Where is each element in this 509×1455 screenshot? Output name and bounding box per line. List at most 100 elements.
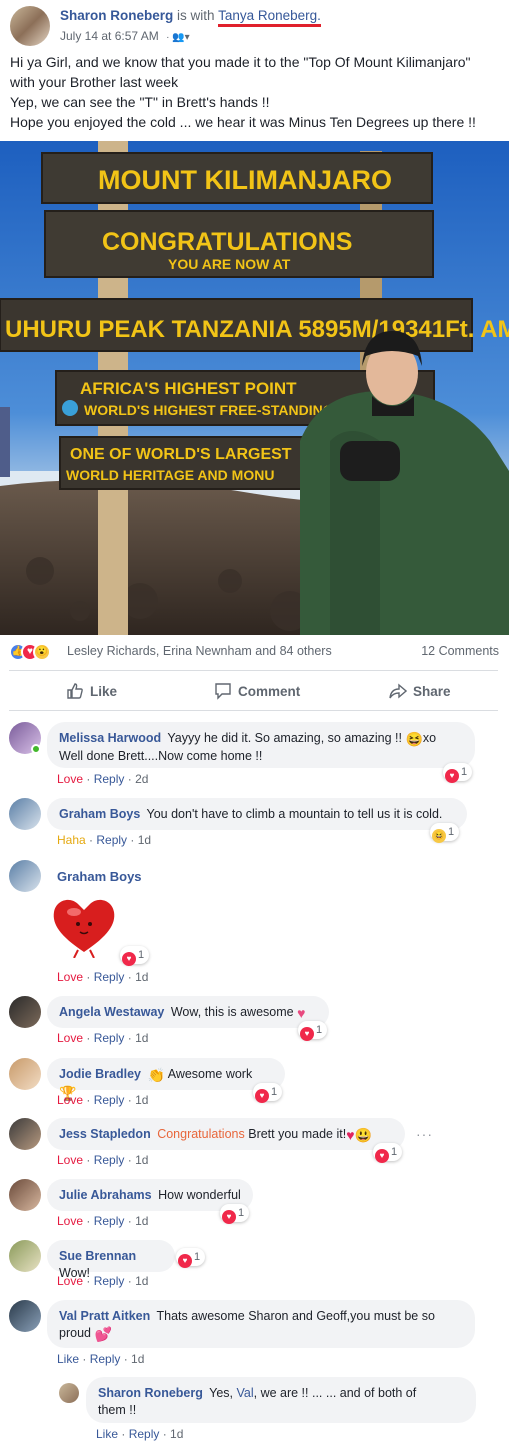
- comment-time[interactable]: 1d: [135, 1214, 148, 1228]
- comment-time[interactable]: 1d: [135, 1031, 148, 1045]
- commenter-avatar[interactable]: [9, 1058, 41, 1090]
- love-reaction-link[interactable]: Love: [57, 1153, 83, 1167]
- comment-reaction-count[interactable]: ♥ 1: [220, 1204, 250, 1224]
- love-reaction-icon: ♥: [375, 1149, 389, 1163]
- replier-name[interactable]: Sharon Roneberg: [98, 1386, 203, 1400]
- reply-link[interactable]: Reply: [94, 1274, 125, 1288]
- reply-text: , we are !! ... ... and of both of: [253, 1386, 417, 1400]
- haha-reaction-link[interactable]: Haha: [57, 833, 86, 847]
- reply-link[interactable]: Reply: [94, 1031, 125, 1045]
- reply-bubble: Sharon Roneberg Yes, Val, we are !! ... …: [86, 1377, 476, 1423]
- reaction-names[interactable]: Lesley Richards, Erina Newnham and 84 ot…: [67, 644, 332, 658]
- commenter-avatar[interactable]: [9, 860, 41, 892]
- comment-reaction-count[interactable]: 😆 1: [430, 823, 460, 843]
- commenter-name[interactable]: Melissa Harwood: [59, 731, 161, 745]
- sign-congratulations: CONGRATULATIONS: [102, 228, 352, 256]
- post-text-line: with your Brother last week: [10, 74, 179, 90]
- post-photo[interactable]: MOUNT KILIMANJARO CONGRATULATIONS YOU AR…: [0, 141, 509, 635]
- comment-time[interactable]: 1d: [170, 1427, 183, 1441]
- friends-audience-icon[interactable]: · 👥▾: [166, 32, 190, 43]
- comment-text: How wonderful: [158, 1188, 241, 1202]
- kilimanjaro-photo: MOUNT KILIMANJARO CONGRATULATIONS YOU AR…: [0, 141, 509, 635]
- love-reaction-link[interactable]: Love: [57, 772, 83, 786]
- comment-bubble: Graham Boys You don't have to climb a mo…: [47, 798, 467, 830]
- love-reaction-link[interactable]: Love: [57, 970, 83, 984]
- comment-text: Brett you made it!: [248, 1127, 347, 1141]
- like-link[interactable]: Like: [57, 1352, 79, 1366]
- commenter-name[interactable]: Graham Boys: [57, 869, 145, 884]
- comment-reaction-count[interactable]: ♥ 1: [298, 1021, 328, 1041]
- commenter-name[interactable]: Sue Brennan: [59, 1249, 136, 1263]
- reply-link[interactable]: Reply: [94, 1153, 125, 1167]
- post-timestamp[interactable]: July 14 at 6:57 AM: [60, 29, 159, 43]
- tagged-user[interactable]: Tanya Roneberg.: [218, 8, 321, 27]
- reactions-summary[interactable]: 👍 ♥ 😮 Lesley Richards, Erina Newnham and 8…: [0, 636, 509, 666]
- comment-time[interactable]: 1d: [131, 1352, 144, 1366]
- love-reaction-icon: ♥: [300, 1027, 314, 1041]
- reply-link[interactable]: Reply: [90, 1352, 121, 1366]
- like-button[interactable]: Like: [66, 682, 117, 700]
- commenter-avatar[interactable]: [9, 1179, 41, 1211]
- comment-reaction-count[interactable]: ♥ 1: [120, 946, 150, 966]
- heart-icon: ♥: [346, 1127, 355, 1143]
- commenter-avatar[interactable]: [9, 798, 41, 830]
- reply-link[interactable]: Reply: [94, 1093, 125, 1107]
- commenter-name[interactable]: Val Pratt Aitken: [59, 1309, 150, 1323]
- replier-avatar[interactable]: [59, 1383, 79, 1403]
- comment-button[interactable]: Comment: [214, 682, 300, 700]
- like-link[interactable]: Like: [96, 1427, 118, 1441]
- reply-link[interactable]: Reply: [94, 772, 125, 786]
- clapping-hands-icon: 👏: [147, 1067, 165, 1083]
- commenter-avatar[interactable]: [9, 1300, 41, 1332]
- comment-text: Awesome work: [167, 1067, 253, 1081]
- reply-link[interactable]: Reply: [96, 833, 127, 847]
- comment-time[interactable]: 1d: [135, 970, 148, 984]
- sparkling-heart-icon: ♥: [297, 1005, 306, 1021]
- author-name[interactable]: Sharon Roneberg: [60, 8, 173, 23]
- comment-time[interactable]: 1d: [135, 1153, 148, 1167]
- comment-reaction-count[interactable]: ♥ 1: [253, 1083, 283, 1103]
- commenter-name[interactable]: Jodie Bradley: [59, 1067, 141, 1081]
- comment-reaction-count[interactable]: ♥ 1: [443, 763, 473, 783]
- heart-sticker-icon[interactable]: [50, 894, 118, 958]
- comments-count[interactable]: 12 Comments: [421, 644, 499, 658]
- comment-time[interactable]: 2d: [135, 772, 148, 786]
- author-avatar[interactable]: [10, 6, 50, 46]
- comment-reaction-count[interactable]: ♥ 1: [373, 1143, 403, 1163]
- reply-link[interactable]: Reply: [94, 1214, 125, 1228]
- commenter-name[interactable]: Julie Abrahams: [59, 1188, 152, 1202]
- comment-text: Thats awesome Sharon and Geoff,you must …: [156, 1309, 435, 1323]
- commenter-name[interactable]: Jess Stapledon: [59, 1127, 151, 1141]
- commenter-avatar[interactable]: [9, 1240, 41, 1272]
- haha-reaction-icon: 😆: [432, 829, 446, 843]
- reply-link[interactable]: Reply: [129, 1427, 160, 1441]
- commenter-name[interactable]: Graham Boys: [59, 807, 140, 821]
- online-status-icon: [31, 744, 41, 754]
- post-text-line: Hope you enjoyed the cold ... we hear it…: [10, 114, 476, 130]
- comment-actions: Love · Reply · 2d: [57, 772, 149, 786]
- comment-time[interactable]: 1d: [138, 833, 151, 847]
- more-options-icon[interactable]: ···: [416, 1126, 433, 1142]
- comment-time[interactable]: 1d: [135, 1274, 148, 1288]
- comment-reaction-count[interactable]: ♥ 1: [176, 1248, 206, 1268]
- mention-link[interactable]: Val: [236, 1386, 253, 1400]
- post-header: Sharon Roneberg is with Tanya Roneberg. …: [8, 4, 503, 48]
- comment-time[interactable]: 1d: [135, 1093, 148, 1107]
- sign-globe-icon: [62, 400, 78, 416]
- love-reaction-link[interactable]: Love: [57, 1214, 83, 1228]
- commenter-name[interactable]: Angela Westaway: [59, 1005, 164, 1019]
- comment-actions: Like · Reply · 1d: [57, 1352, 145, 1366]
- love-reaction-link[interactable]: Love: [57, 1031, 83, 1045]
- thumbs-up-icon: [67, 683, 83, 699]
- commenter-avatar[interactable]: [9, 996, 41, 1028]
- reply-link[interactable]: Reply: [94, 970, 125, 984]
- with-text: is with: [177, 8, 215, 23]
- commenter-avatar[interactable]: [9, 1118, 41, 1150]
- reaction-count: 1: [448, 826, 455, 838]
- share-button[interactable]: Share: [389, 682, 451, 700]
- love-reaction-link[interactable]: Love: [57, 1093, 83, 1107]
- love-reaction-link[interactable]: Love: [57, 1274, 83, 1288]
- post-actions: Like Comment Share: [0, 676, 509, 708]
- reaction-count: 1: [316, 1024, 323, 1036]
- reaction-count: 1: [238, 1207, 245, 1219]
